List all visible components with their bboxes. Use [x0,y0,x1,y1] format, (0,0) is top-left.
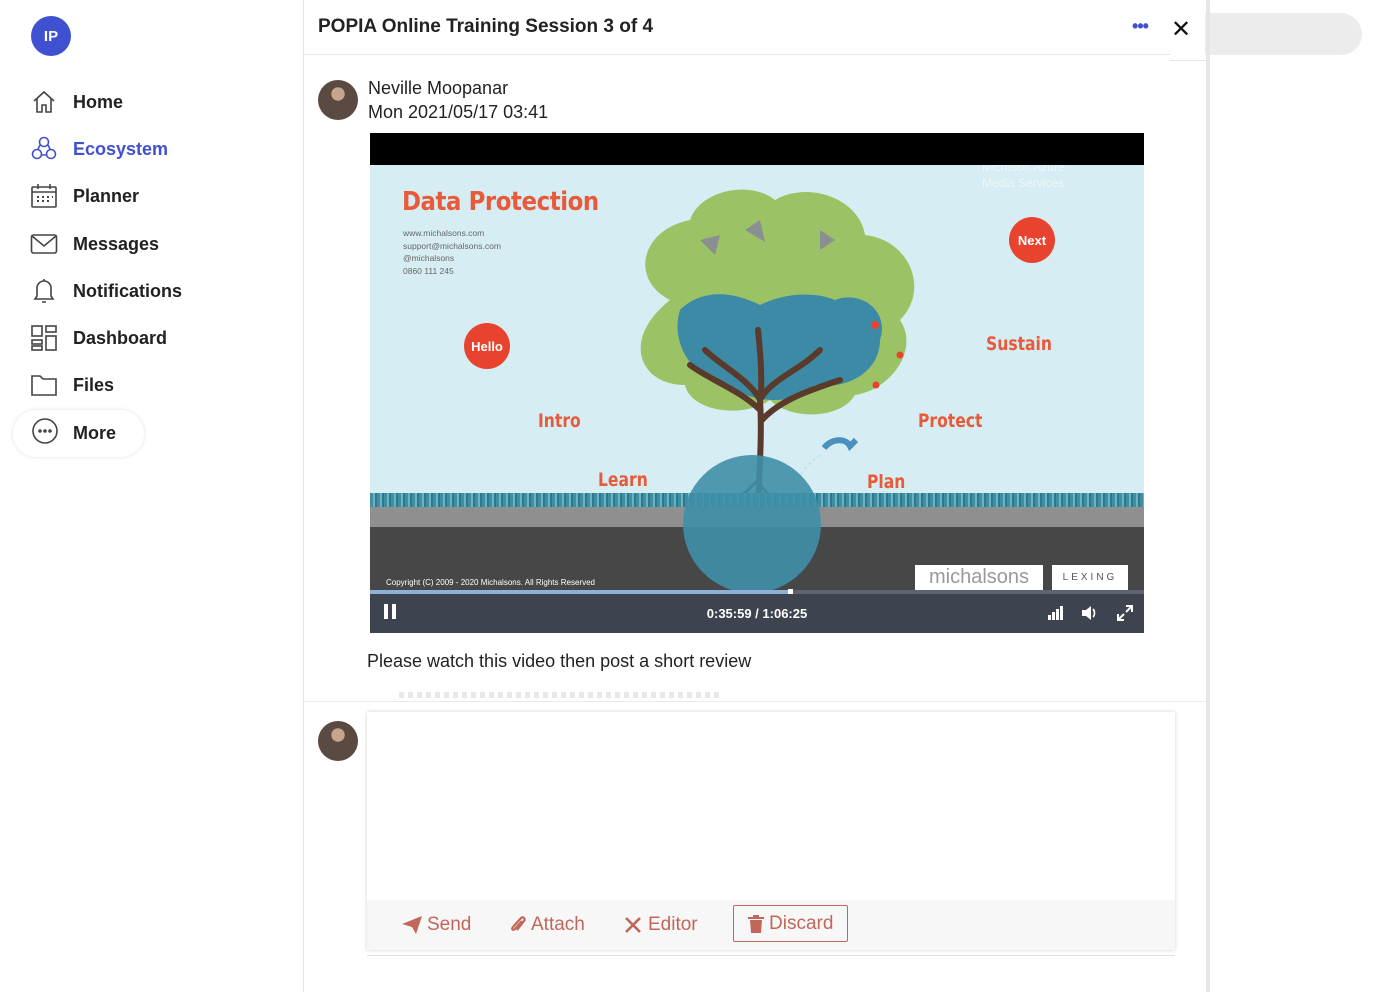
stage-plan: Plan [867,471,906,493]
app-window: IP Home Ecosystem Planner Messages Notif… [0,0,1378,992]
stage-sustain: Sustain [986,333,1052,355]
stage-intro: Intro [538,410,581,432]
next-bubble: Next [1009,217,1055,263]
sidebar-item-label: Dashboard [73,327,168,348]
dashboard-icon [30,324,58,352]
send-button[interactable]: Send [402,910,471,940]
sidebar-item-label: More [73,423,117,443]
sidebar-item-notifications[interactable]: Notifications [30,276,182,306]
root-bowl [683,455,821,590]
folder-icon [30,371,58,399]
avatar [318,721,358,761]
slide-contact: www.michalsons.com support@michalsons.co… [403,228,501,276]
quality-icon[interactable] [1044,602,1066,624]
slide-title: Data Protection [402,187,599,217]
divider [304,701,1206,702]
mail-icon [30,230,58,258]
close-icon[interactable]: ✕ [1170,14,1192,44]
post-body: Please watch this video then post a shor… [367,651,752,671]
attach-label: Attach [531,914,585,935]
attach-button[interactable]: Attach [510,910,585,940]
slide-copyright: Copyright (C) 2009 - 2020 Michalsons. Al… [386,578,595,587]
page-title: POPIA Online Training Session 3 of 4 [318,16,654,37]
sidebar-item-messages[interactable]: Messages [30,229,159,259]
ecosystem-icon [30,135,58,163]
avatar[interactable] [318,80,358,120]
panel-header: POPIA Online Training Session 3 of 4 ••• [304,0,1170,55]
home-icon [30,88,58,116]
video-watermark: Microsoft Azure Media Services [982,165,1065,190]
video-frame[interactable]: Microsoft Azure Media Services Data Prot… [370,165,1144,590]
author-name[interactable]: Neville Moopanar [368,78,508,99]
volume-icon[interactable] [1079,602,1101,624]
calendar-icon [30,182,58,210]
lexing-logo: LEXING [1052,565,1128,590]
sidebar-item-label: Ecosystem [73,138,169,159]
sidebar-item-label: Files [73,374,115,395]
divider [1170,60,1208,61]
stage-protect: Protect [918,410,983,432]
editor-label: Editor [648,914,698,935]
video-player[interactable]: Microsoft Azure Media Services Data Prot… [370,133,1144,633]
background-search-bar [1190,13,1362,55]
fullscreen-icon[interactable] [1114,602,1136,624]
post-date: Mon 2021/05/17 03:41 [368,102,549,122]
sidebar-item-ecosystem[interactable]: Ecosystem [30,134,168,164]
hello-bubble: Hello [464,323,510,369]
sidebar-item-label: Notifications [73,280,183,301]
reply-composer: Send Attach Editor Discard [367,712,1175,950]
sidebar-item-files[interactable]: Files [30,370,114,400]
user-avatar[interactable]: IP [31,16,71,56]
editor-button[interactable]: Editor [623,910,698,940]
sidebar-item-label: Home [73,91,124,112]
faded-text [399,692,719,698]
sidebar-item-home[interactable]: Home [30,87,123,117]
reply-input[interactable] [367,712,1175,900]
discard-button[interactable]: Discard [733,905,849,942]
michalsons-logo: michalsons [915,565,1043,590]
trash-icon [748,914,764,933]
sidebar-item-dashboard[interactable]: Dashboard [30,323,167,353]
sidebar-item-label: Messages [73,233,160,254]
more-horizontal-icon[interactable]: ••• [1128,14,1152,38]
send-label: Send [427,914,472,935]
composer-toolbar: Send Attach Editor Discard [367,900,1175,950]
sidebar-item-planner[interactable]: Planner [30,181,139,211]
video-time: 0:35:59 / 1:06:25 [706,606,808,621]
scrollbar[interactable] [1206,0,1210,992]
stage-learn: Learn [598,469,648,491]
video-controls: 0:35:59 / 1:06:25 [370,594,1144,633]
bell-icon [30,277,58,305]
discard-label: Discard [769,912,834,934]
sidebar-item-label: Planner [73,185,140,206]
paperclip-icon [511,916,526,931]
tools-icon [625,917,641,933]
more-icon [31,417,59,450]
post-panel: POPIA Online Training Session 3 of 4 •••… [303,0,1208,992]
sidebar-item-more[interactable]: More [13,410,144,457]
send-icon [402,916,422,934]
sidebar: IP Home Ecosystem Planner Messages Notif… [0,0,303,992]
divider [367,955,1175,956]
